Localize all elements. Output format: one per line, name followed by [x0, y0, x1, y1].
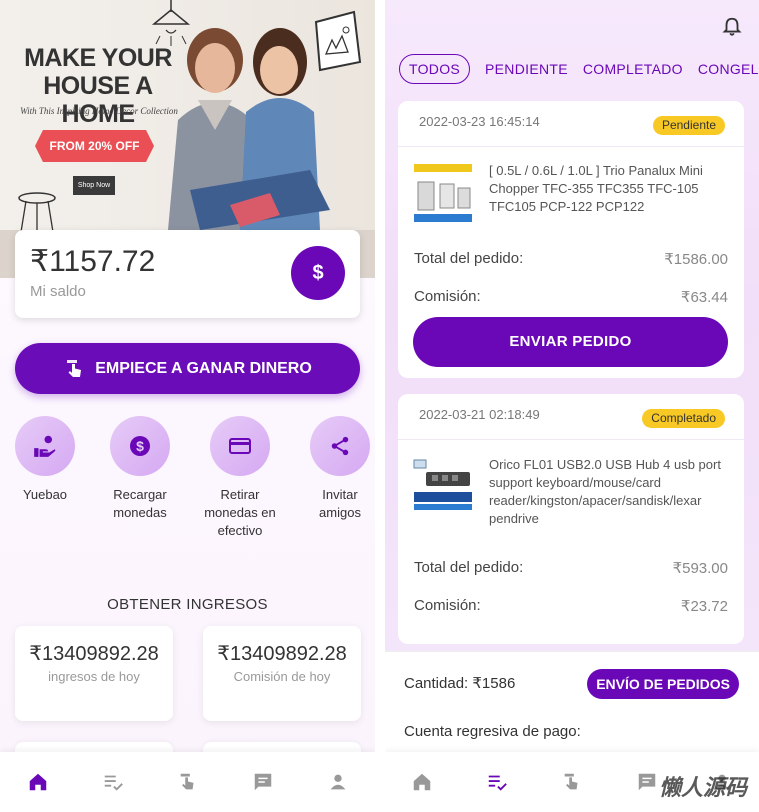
balance-label: Mi saldo: [30, 283, 86, 300]
order-total-row: Total del pedido: ₹593.00: [414, 559, 728, 577]
banner-headline-line2: HOUSE A HOME: [43, 72, 153, 128]
message-icon: [638, 773, 656, 791]
quick-action-label: Invitar amigos: [319, 487, 361, 520]
bell-icon[interactable]: [721, 16, 743, 38]
filter-frozen[interactable]: CONGELANI: [698, 61, 759, 77]
app-screens: MAKE YOUR HOUSE A HOME With This Inspiri…: [0, 0, 759, 812]
bottom-tab-bar: [0, 752, 375, 812]
home-screen: MAKE YOUR HOUSE A HOME With This Inspiri…: [0, 0, 375, 812]
commission-value: ₹63.44: [680, 289, 728, 306]
quick-action-recharge[interactable]: $ Recargar monedas: [90, 416, 190, 522]
today-commission-value: ₹13409892.28: [217, 643, 347, 665]
send-all-orders-button[interactable]: ENVÍO DE PEDIDOS: [587, 669, 739, 699]
quantity-value: ₹1586: [472, 675, 516, 692]
share-icon: [331, 436, 349, 456]
today-income-label: ingresos de hoy: [48, 669, 140, 684]
list-check-icon: [104, 775, 123, 791]
tab-orders[interactable]: [472, 762, 522, 802]
order-total-row: Total del pedido: ₹1586.00: [414, 250, 728, 268]
banner-headline-line1: MAKE YOUR: [24, 44, 172, 72]
today-income-card: ₹13409892.28 ingresos de hoy: [15, 626, 173, 721]
tab-orders[interactable]: [88, 762, 138, 802]
quick-action-invite[interactable]: Invitar amigos: [290, 416, 375, 522]
filter-pending[interactable]: PENDIENTE: [485, 61, 568, 77]
hand-coins-icon: [34, 435, 56, 457]
start-earning-button[interactable]: EMPIECE A GANAR DINERO: [15, 343, 360, 394]
send-order-button[interactable]: ENVIAR PEDIDO: [413, 317, 728, 367]
product-image: [412, 456, 474, 518]
order-total-label: Total del pedido:: [414, 250, 524, 267]
watermark-text: 懒人源码: [658, 775, 747, 800]
today-commission-card: ₹13409892.28 Comisión de hoy: [203, 626, 361, 721]
divider: [398, 439, 744, 440]
commission-row: Comisión: ₹63.44: [414, 288, 728, 306]
tap-hand-icon: [180, 773, 193, 790]
quick-action-withdraw[interactable]: Retirar monedas en efectivo: [190, 416, 290, 540]
order-total-label: Total del pedido:: [414, 559, 524, 576]
dollar-circle-icon: $: [130, 436, 150, 456]
tab-profile[interactable]: [313, 762, 363, 802]
start-earning-label: EMPIECE A GANAR DINERO: [95, 359, 312, 377]
yuebao-circle: [15, 416, 75, 476]
tab-messages[interactable]: [238, 762, 288, 802]
quick-action-yuebao[interactable]: Yuebao: [0, 416, 95, 504]
home-icon: [414, 773, 431, 791]
orders-screen: TODOS PENDIENTE COMPLETADO CONGELANI 202…: [385, 0, 759, 812]
quick-action-label: Recargar monedas: [113, 487, 167, 520]
dollar-button[interactable]: $: [291, 246, 345, 300]
person-icon: [330, 774, 345, 790]
recharge-circle: $: [110, 416, 170, 476]
withdraw-circle: [210, 416, 270, 476]
message-icon: [254, 773, 271, 791]
filter-all[interactable]: TODOS: [399, 54, 471, 84]
commission-value: ₹23.72: [680, 598, 728, 615]
order-total-value: ₹1586.00: [664, 251, 728, 268]
balance-card: ₹1157.72 Mi saldo $: [15, 230, 360, 318]
order-total-value: ₹593.00: [672, 560, 728, 577]
stool-sketch-icon: [18, 192, 56, 232]
balance-amount: ₹1157.72: [30, 245, 156, 278]
quantity-summary: Cantidad: ₹1586: [404, 674, 515, 692]
quick-action-label: Yuebao: [22, 487, 68, 502]
shop-now-button[interactable]: Shop Now: [73, 176, 115, 195]
tap-hand-icon: [67, 359, 82, 377]
today-commission-label: Comisión de hoy: [233, 669, 331, 684]
filter-completed[interactable]: COMPLETADO: [583, 61, 683, 77]
svg-text:$: $: [136, 438, 144, 454]
card-icon: [229, 438, 251, 454]
product-image: [412, 162, 474, 224]
commission-label: Comisión:: [414, 597, 481, 614]
status-badge: Completado: [642, 409, 725, 428]
tab-home[interactable]: [13, 762, 63, 802]
tab-grab[interactable]: [163, 762, 213, 802]
product-name: Orico FL01 USB2.0 USB Hub 4 usb port sup…: [489, 457, 721, 526]
commission-row: Comisión: ₹23.72: [414, 597, 728, 615]
couple-photo: [168, 28, 330, 230]
tap-hand-icon: [564, 773, 578, 790]
home-icon: [29, 773, 46, 791]
divider: [398, 146, 744, 147]
quantity-label: Cantidad:: [404, 675, 469, 692]
payment-countdown: Cuenta regresiva de pago:: [404, 723, 581, 740]
order-time: 2022-03-23 16:45:14: [419, 114, 540, 129]
status-badge: Pendiente: [652, 116, 725, 135]
commission-label: Comisión:: [414, 288, 481, 305]
order-time: 2022-03-21 02:18:49: [419, 407, 540, 422]
banner-subline: With This Inspiring Home Decor Collectio…: [20, 106, 178, 116]
quick-action-label: Retirar monedas en efectivo: [204, 487, 276, 538]
invite-circle: [310, 416, 370, 476]
dollar-icon: $: [312, 261, 324, 284]
list-check-icon: [488, 775, 508, 791]
today-income-value: ₹13409892.28: [29, 643, 159, 665]
discount-tag: FROM 20% OFF: [35, 130, 154, 162]
order-card: 2022-03-23 16:45:14 Pendiente [ 0.5L / 0…: [398, 101, 744, 378]
tab-grab[interactable]: [547, 762, 597, 802]
product-name: [ 0.5L / 0.6L / 1.0L ] Trio Panalux Mini…: [489, 163, 703, 214]
order-card: 2022-03-21 02:18:49 Completado Orico FL0…: [398, 394, 744, 644]
income-section-title: OBTENER INGRESOS: [107, 596, 268, 613]
order-filter-tabs: TODOS PENDIENTE COMPLETADO CONGELANI: [399, 54, 759, 84]
tab-home[interactable]: [397, 762, 447, 802]
